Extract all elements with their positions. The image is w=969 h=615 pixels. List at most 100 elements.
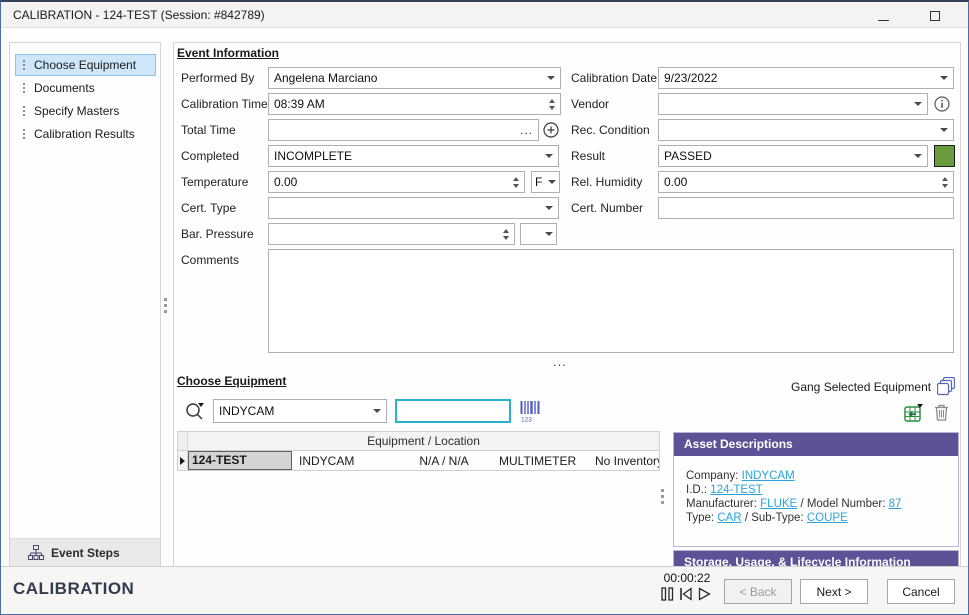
spinner-arrows-icon[interactable] [549,99,555,110]
chevron-down-icon [940,128,948,132]
play-icon[interactable] [698,587,711,601]
trash-icon [934,404,949,421]
footer-event-title: CALIBRATION [13,579,134,599]
sidebar-item-label: Documents [34,81,95,95]
next-button[interactable]: Next > [800,579,868,604]
window-title: CALIBRATION - 124-TEST (Session: #842789… [13,8,265,22]
footer-bar: CALIBRATION 00:00:22 < Back Next > Cance… [1,566,968,614]
temperature-value: 0.00 [274,175,508,189]
table-row[interactable]: 124-TEST INDYCAM N/A / N/A MULTIMETER No… [178,451,659,470]
chevron-down-icon [548,180,556,184]
add-time-button[interactable] [543,122,559,138]
event-information-heading: Event Information [177,46,279,60]
company-link[interactable]: INDYCAM [742,470,795,482]
chevron-down-icon [545,232,553,236]
cert-number-label: Cert. Number [571,197,643,219]
gang-equipment-button[interactable] [937,377,955,396]
event-steps-button[interactable]: Event Steps [10,538,160,566]
asset-id-link[interactable]: 124-TEST [710,484,762,496]
cancel-button[interactable]: Cancel [887,579,955,604]
spinner-arrows-icon[interactable] [513,177,519,188]
subtype-link[interactable]: COUPE [807,512,848,524]
calibration-date-value: 9/23/2022 [664,71,936,85]
cell-location[interactable]: N/A / N/A [392,454,496,468]
chevron-down-icon [545,206,553,210]
grip-dots-icon [23,129,25,139]
skip-to-start-icon[interactable] [679,587,693,601]
maximize-button[interactable] [920,7,950,25]
sidebar-item-choose-equipment[interactable]: Choose Equipment [15,54,156,76]
model-number-label: / Model Number: [800,498,885,510]
bar-pressure-label: Bar. Pressure [181,223,254,245]
delete-equipment-button[interactable] [934,404,949,421]
wizard-steps-sidebar: Choose Equipment Documents Specify Maste… [9,42,161,567]
pause-icon[interactable] [661,587,674,601]
equipment-table-header[interactable]: Equipment / Location [178,432,659,451]
sidebar-item-specify-masters[interactable]: Specify Masters [15,100,156,122]
calibration-time-spinner[interactable]: 08:39 AM [268,93,561,115]
cert-number-field[interactable] [658,197,954,219]
band-header-label: Equipment / Location [188,432,659,450]
completed-select[interactable]: INCOMPLETE [268,145,559,167]
result-label: Result [571,145,605,167]
back-button[interactable]: < Back [724,579,792,604]
panel-splitter-handle[interactable] [164,298,167,313]
chevron-down-icon [373,409,381,413]
minimize-button[interactable] [868,7,898,25]
sidebar-item-calibration-results[interactable]: Calibration Results [15,123,156,145]
model-number-link[interactable]: 87 [889,498,902,510]
asset-descriptions-header: Asset Descriptions [674,433,958,456]
minimize-icon [878,20,889,21]
spinner-arrows-icon[interactable] [942,177,948,188]
manufacturer-link[interactable]: FLUKE [760,498,797,510]
rel-humidity-spinner[interactable]: 0.00 [658,171,954,193]
vendor-label: Vendor [571,93,609,115]
calibration-time-value: 08:39 AM [274,97,544,111]
temperature-spinner[interactable]: 0.00 [268,171,525,193]
storage-lifecycle-panel: Storage, Usage, & Lifecycle Information [673,550,959,567]
event-steps-label: Event Steps [51,546,120,560]
search-menu-button[interactable] [184,400,206,422]
sidebar-item-documents[interactable]: Documents [15,77,156,99]
result-select[interactable]: PASSED [658,145,928,167]
choose-equipment-heading: Choose Equipment [177,374,286,388]
cell-inventory-status[interactable]: No Inventory [592,454,659,468]
chevron-down-icon [914,154,922,158]
completed-value: INCOMPLETE [274,149,541,163]
spinner-arrows-icon[interactable] [503,229,509,240]
asset-panel-splitter-handle[interactable] [661,489,664,504]
browse-ellipsis-icon[interactable]: ... [520,123,533,137]
equipment-filter-select[interactable]: INDYCAM [213,399,387,423]
import-equipment-button[interactable] [904,404,924,422]
section-collapse-handle[interactable]: ... [553,354,567,369]
comments-textarea[interactable] [268,249,954,353]
bar-pressure-spinner[interactable] [268,223,515,245]
cell-type[interactable]: MULTIMETER [496,454,592,468]
cell-equipment-id[interactable]: 124-TEST [188,451,292,470]
info-icon [934,96,950,112]
performed-by-select[interactable]: Angelena Marciano [268,67,561,89]
cert-type-label: Cert. Type [181,197,236,219]
type-link[interactable]: CAR [717,512,741,524]
equipment-search-input[interactable] [395,399,511,423]
bar-pressure-unit-select[interactable] [520,223,557,245]
temperature-unit-value: F [535,175,544,189]
equipment-filter-value: INDYCAM [219,404,369,418]
vendor-info-button[interactable] [934,96,950,112]
calibration-time-label: Calibration Time [181,93,268,115]
id-label: I.D.: [686,484,707,496]
table-corner-cell [178,432,188,450]
sidebar-item-label: Specify Masters [34,104,119,118]
calibration-window: CALIBRATION - 124-TEST (Session: #842789… [0,0,969,615]
gang-selected-equipment-label: Gang Selected Equipment [791,380,931,394]
cell-company[interactable]: INDYCAM [292,454,392,468]
cert-type-select[interactable] [268,197,559,219]
total-time-field[interactable]: ... [268,119,539,141]
asset-descriptions-body: Company: INDYCAM I.D.: 124-TEST Manufact… [674,456,958,525]
rec-condition-select[interactable] [658,119,954,141]
vendor-select[interactable] [658,93,928,115]
temperature-unit-select[interactable]: F [531,171,560,193]
copy-pages-icon [937,377,955,396]
calibration-date-select[interactable]: 9/23/2022 [658,67,954,89]
barcode-scan-button[interactable]: 123 [520,401,540,422]
